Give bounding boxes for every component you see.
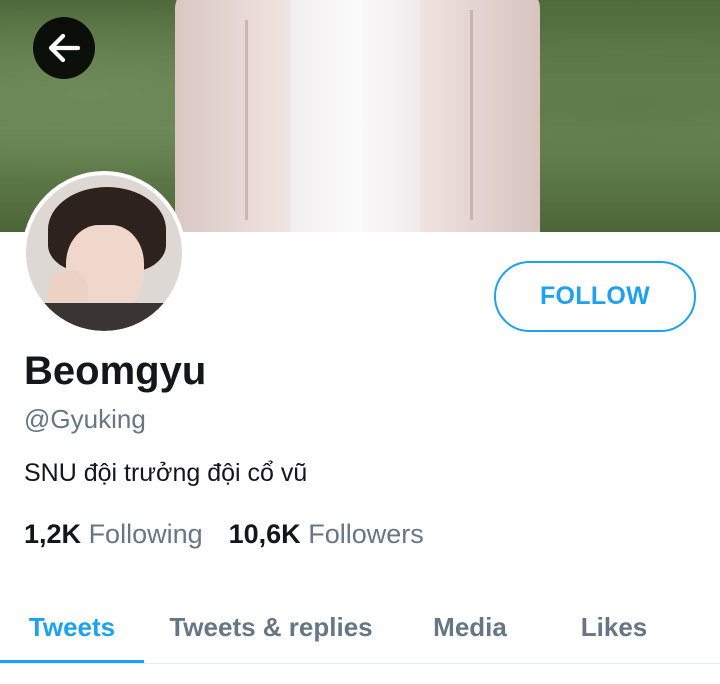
- profile-stats: 1,2K Following 10,6K Followers: [24, 519, 424, 550]
- following-count: 1,2K: [24, 519, 82, 549]
- following-label: Following: [88, 519, 203, 549]
- followers-stat[interactable]: 10,6K Followers: [229, 519, 424, 550]
- profile-name: Beomgyu: [24, 349, 207, 393]
- follow-button[interactable]: FOLLOW: [494, 261, 696, 332]
- avatar[interactable]: [22, 171, 186, 335]
- profile-handle: @Gyuking: [24, 404, 146, 434]
- tab-likes[interactable]: Likes: [542, 590, 686, 664]
- arrow-left-icon: [48, 33, 81, 63]
- followers-count: 10,6K: [228, 519, 301, 549]
- tab-media[interactable]: Media: [398, 590, 542, 664]
- tab-tweets[interactable]: Tweets: [0, 590, 144, 664]
- tabs-divider: [0, 663, 720, 664]
- back-button[interactable]: [33, 17, 95, 79]
- profile-tabs: Tweets Tweets & replies Media Likes: [0, 590, 720, 664]
- following-stat[interactable]: 1,2K Following: [24, 519, 203, 550]
- profile-page: FOLLOW Beomgyu @Gyuking SNU đội trưởng đ…: [0, 0, 720, 684]
- tab-tweets-and-replies[interactable]: Tweets & replies: [144, 590, 398, 664]
- profile-bio: SNU đội trưởng đội cổ vũ: [24, 459, 308, 487]
- followers-label: Followers: [308, 519, 424, 549]
